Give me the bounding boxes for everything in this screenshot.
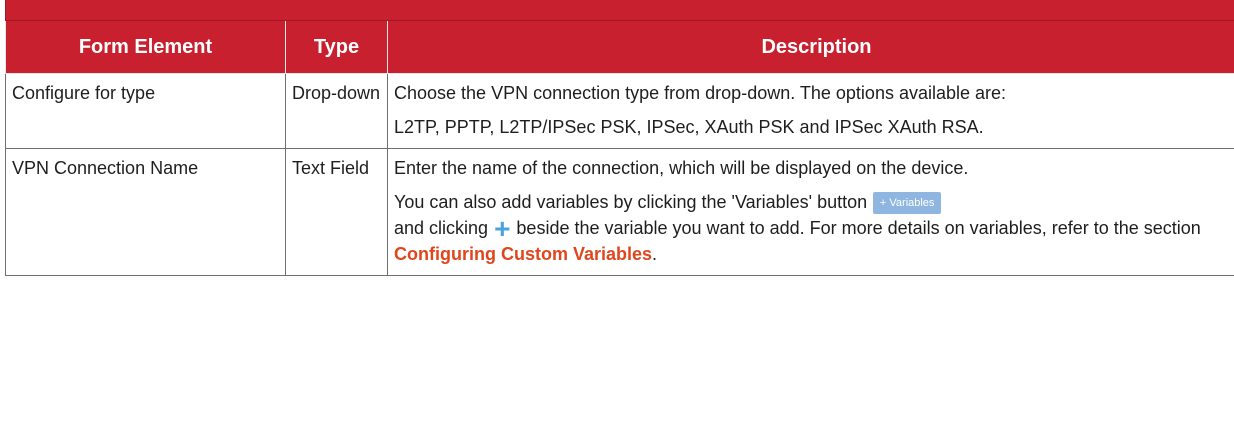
configuring-custom-variables-link[interactable]: Configuring Custom Variables (394, 244, 652, 264)
type-cell: Text Field (285, 148, 388, 276)
variables-text: . (652, 244, 658, 264)
column-header-type: Type (285, 20, 388, 74)
variables-button[interactable]: + Variables (873, 192, 942, 215)
description-paragraph: L2TP, PPTP, L2TP/IPSec PSK, IPSec, XAuth… (394, 117, 984, 137)
table-header-row: Form Element Type Description (5, 20, 1234, 74)
description-paragraph: Enter the name of the connection, which … (394, 158, 969, 178)
column-header-description: Description (386, 20, 1234, 74)
table-row: VPN Connection Name Text Field Enter the… (5, 148, 1234, 276)
plus-icon[interactable]: + (494, 215, 510, 243)
vpn-settings-table: Form Element Type Description Configure … (4, 0, 1234, 276)
variables-text: You can also add variables by clicking t… (394, 192, 868, 212)
variables-paragraph: You can also add variables by clicking t… (394, 189, 1234, 267)
form-element-cell: VPN Connection Name (5, 148, 286, 276)
table-row: Configure for type Drop-down Choose the … (5, 73, 1234, 149)
variables-text: and clicking (394, 218, 489, 238)
description-paragraph: Choose the VPN connection type from drop… (394, 83, 1007, 103)
form-element-cell: Configure for type (5, 73, 286, 149)
column-header-form-element: Form Element (5, 20, 286, 74)
table-title-row (4, 0, 1234, 21)
type-cell: Drop-down (285, 73, 388, 149)
description-cell: Choose the VPN connection type from drop… (386, 73, 1234, 149)
table-title (4, 0, 1234, 21)
variables-text: beside the variable you want to add. For… (516, 218, 1201, 238)
description-cell: Enter the name of the connection, which … (386, 148, 1234, 276)
